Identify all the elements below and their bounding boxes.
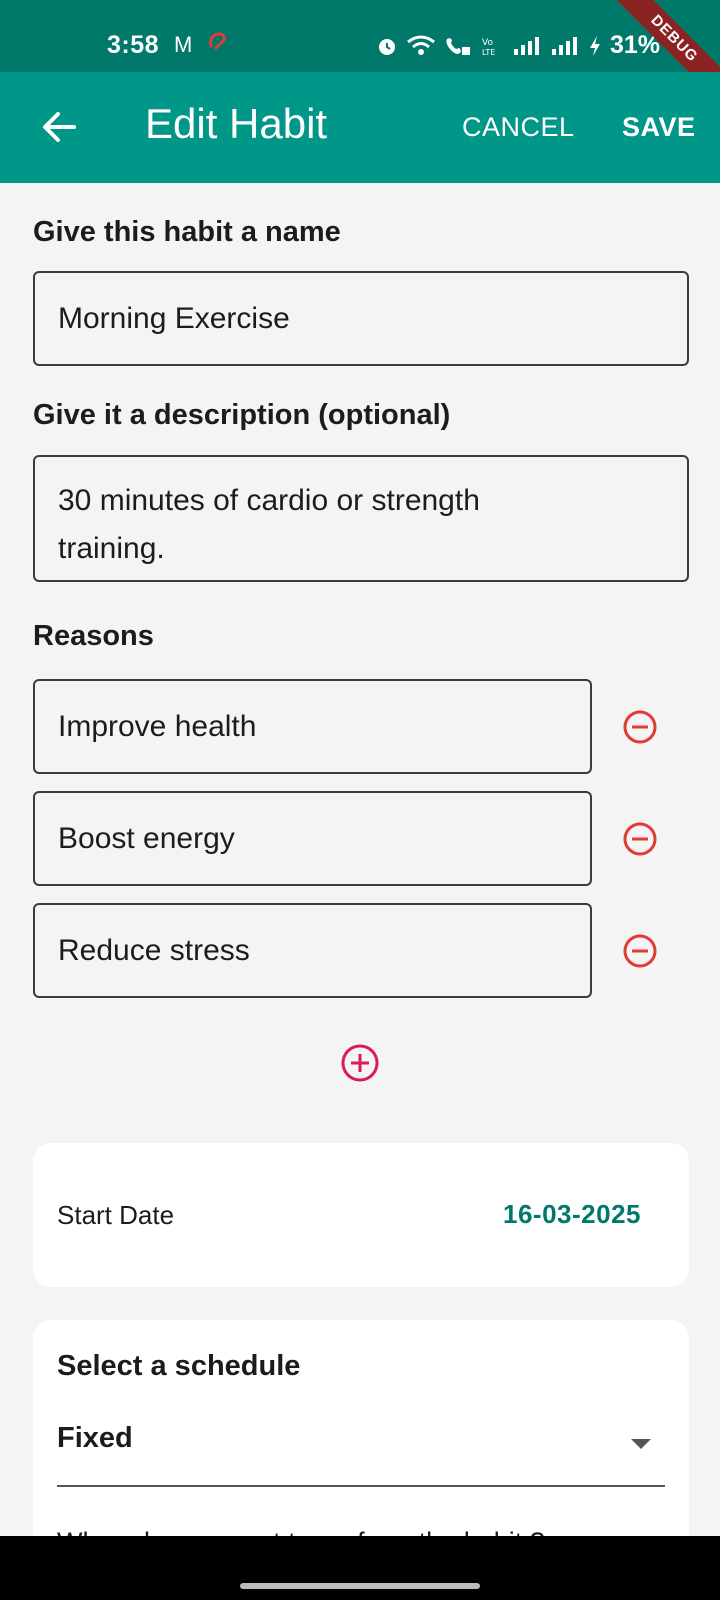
status-bar: 3:58 M Vo LTE 31% DEBUG	[0, 0, 720, 119]
svg-text:Vo: Vo	[482, 38, 493, 48]
minus-circle-icon[interactable]	[622, 933, 658, 969]
signal-icon-2	[551, 36, 577, 55]
status-icons: Vo LTE 31%	[376, 31, 660, 60]
caret-down-icon[interactable]	[631, 1439, 651, 1449]
app-bar: Edit Habit CANCEL SAVE	[0, 72, 720, 183]
wifi-calling-icon	[446, 37, 470, 55]
schedule-card: Select a schedule Fixed When do you want…	[33, 1320, 689, 1560]
schedule-dropdown-value[interactable]: Fixed	[57, 1422, 133, 1455]
charging-icon	[589, 35, 600, 56]
system-nav-bar	[0, 1536, 720, 1600]
gmail-icon: M	[174, 32, 193, 57]
habit-name-value: Morning Exercise	[58, 302, 290, 335]
status-time: 3:58	[107, 31, 160, 59]
start-date-value[interactable]: 16-03-2025	[503, 1199, 641, 1230]
save-button[interactable]: SAVE	[622, 112, 696, 143]
arrow-left-icon[interactable]	[34, 102, 84, 152]
reason-input[interactable]: Boost energy	[33, 791, 592, 886]
airtel-icon	[209, 32, 226, 50]
minus-circle-icon[interactable]	[622, 821, 658, 857]
reason-input[interactable]: Reduce stress	[33, 903, 592, 998]
description-label: Give it a description (optional)	[33, 399, 451, 431]
start-date-card[interactable]: Start Date 16-03-2025	[33, 1143, 689, 1287]
page-title: Edit Habit	[145, 100, 328, 147]
wifi-icon	[407, 35, 435, 55]
alarm-icon	[378, 38, 395, 55]
reason-value: Improve health	[58, 710, 257, 743]
reasons-label: Reasons	[33, 620, 154, 652]
cancel-button[interactable]: CANCEL	[462, 112, 575, 143]
svg-text:LTE: LTE	[482, 48, 495, 57]
name-label: Give this habit a name	[33, 216, 341, 248]
signal-icon-1	[513, 36, 539, 55]
edit-habit-screen: 3:58 M Vo LTE 31% DEBUG Edit Habit CANCEL…	[0, 0, 720, 1600]
plus-circle-icon[interactable]	[340, 1043, 380, 1083]
dropdown-underline	[57, 1485, 665, 1487]
reason-input[interactable]: Improve health	[33, 679, 592, 774]
home-gesture-handle[interactable]	[240, 1583, 480, 1589]
reason-value: Reduce stress	[58, 934, 250, 967]
schedule-title: Select a schedule	[57, 1350, 301, 1382]
description-input[interactable]: 30 minutes of cardio or strength trainin…	[33, 455, 689, 582]
reason-value: Boost energy	[58, 822, 235, 855]
habit-name-input[interactable]: Morning Exercise	[33, 271, 689, 366]
description-value: 30 minutes of cardio or strength trainin…	[58, 484, 480, 565]
start-date-label: Start Date	[57, 1200, 175, 1230]
volte-icon: VoLTE	[482, 38, 495, 57]
minus-circle-icon[interactable]	[622, 709, 658, 745]
